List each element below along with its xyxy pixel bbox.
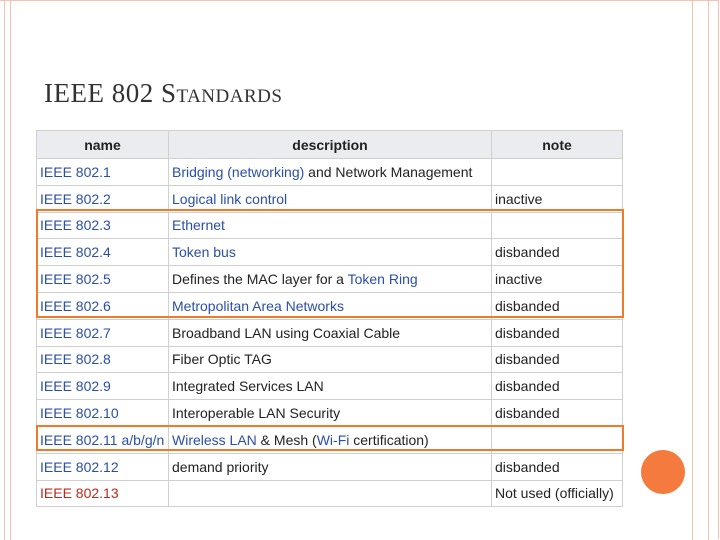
standard-name-link[interactable]: IEEE 802.7 (36, 318, 169, 347)
description-text: Interoperable LAN Security (172, 405, 341, 422)
table-row: IEEE 802.9 Integrated Services LAN disband… (36, 372, 623, 401)
standard-description: Bridging (networking) and Network Manage… (168, 158, 492, 186)
header-note: note (491, 130, 623, 159)
table-row: IEEE 802.8 Fiber Optic TAG disbanded (36, 345, 623, 374)
standard-description: Interoperable LAN Security (168, 399, 492, 427)
standard-note: disbanded (491, 399, 623, 427)
standard-description: demand priority (168, 452, 492, 481)
standard-description: Integrated Services LAN (168, 372, 492, 401)
standard-description: Broadband LAN using Coaxial Cable (168, 318, 492, 347)
description-link[interactable]: Bridging (networking) (172, 164, 304, 180)
standard-name-link[interactable]: IEEE 802.9 (36, 372, 169, 401)
standard-note: disbanded (491, 452, 623, 481)
standard-name-link[interactable]: IEEE 802.10 (36, 399, 169, 427)
standard-description: Fiber Optic TAG (168, 345, 492, 374)
table-header-row: name description note (36, 130, 623, 159)
description-text: and Network Management (304, 163, 473, 180)
highlight-box-802-3-to-802-6 (36, 209, 624, 318)
description-text: demand priority (172, 458, 269, 475)
slide-title: IEEE 802 STANDARDS (44, 78, 282, 109)
header-description: description (168, 130, 492, 159)
standard-note: disbanded (491, 372, 623, 401)
border-stripe (708, 0, 709, 540)
border-stripe (4, 0, 5, 540)
table-row: IEEE 802.1 Bridging (networking) and Netw… (36, 158, 623, 186)
standard-note: disbanded (491, 318, 623, 347)
title-lead: IEEE 802 S (44, 78, 177, 108)
table-row: IEEE 802.7 Broadband LAN using Coaxial Ca… (36, 318, 623, 347)
description-text: Broadband LAN using Coaxial Cable (172, 324, 401, 341)
standard-name-link[interactable]: IEEE 802.8 (36, 345, 169, 374)
standard-note: disbanded (491, 345, 623, 374)
table-row: IEEE 802.10 Interoperable LAN Security dis… (36, 399, 623, 427)
description-text: Fiber Optic TAG (172, 351, 272, 368)
highlight-box-802-11 (36, 425, 624, 451)
border-stripe (10, 0, 11, 540)
standard-name-link[interactable]: IEEE 802.13 (36, 479, 169, 508)
standard-note: Not used (officially) (491, 479, 623, 508)
table-row: IEEE 802.13 Not used (officially) (36, 479, 623, 508)
header-name: name (36, 130, 169, 159)
standard-note (491, 158, 623, 186)
description-link[interactable]: Logical link control (172, 191, 287, 207)
description-text: Integrated Services LAN (172, 378, 324, 395)
border-stripe (692, 0, 693, 540)
standard-name-link[interactable]: IEEE 802.1 (36, 158, 169, 186)
accent-dot (641, 450, 685, 494)
standard-description (168, 479, 492, 508)
title-rest: TANDARDS (176, 86, 283, 107)
standard-name-link[interactable]: IEEE 802.12 (36, 452, 169, 481)
table-row: IEEE 802.12 demand priority disbanded (36, 452, 623, 481)
